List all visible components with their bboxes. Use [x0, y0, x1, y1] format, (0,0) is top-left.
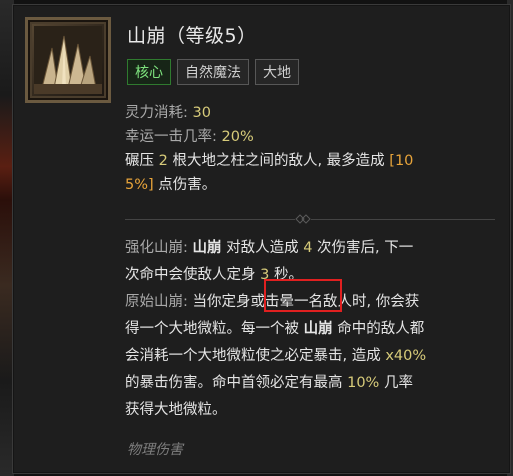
primal-boss-chance: 10% [347, 375, 380, 391]
earth-spikes-icon [25, 17, 111, 103]
game-screen: 山崩（等级5） 核心 自然魔法 大地 灵力消耗: 30 幸运一击几率: 20% … [0, 0, 513, 476]
desc-text: 点伤害。 [153, 177, 217, 193]
diamond-ornament-icon [295, 214, 311, 224]
annotation-highlight-box [264, 279, 342, 312]
stat-lucky-hit: 幸运一击几率: 20% [125, 125, 505, 149]
skill-title: 山崩（等级5） [127, 25, 257, 47]
stat-crit-label: 幸运一击几率: [125, 129, 222, 145]
stat-crit-value: 20% [221, 129, 254, 145]
damage-type: 物理伤害 [127, 442, 183, 458]
tag-core: 核心 [127, 59, 171, 85]
upgrade-descriptions: 强化山崩: 山崩 对敌人造成 4 次伤害后, 下一 次命中会使敌人定身 3 秒。… [125, 235, 510, 424]
desc-text: 次命中会使敌人定身 [125, 267, 261, 283]
enhanced-line-1: 强化山崩: 山崩 对敌人造成 4 次伤害后, 下一 [125, 235, 510, 262]
skill-name-ref: 山崩 [303, 321, 333, 337]
skill-tooltip: 山崩（等级5） 核心 自然魔法 大地 灵力消耗: 30 幸运一击几率: 20% … [12, 4, 511, 474]
stat-cost-label: 灵力消耗: [125, 105, 193, 121]
primal-line-4: 的暴击伤害。命中首领必定有最高 10% 几率 [125, 370, 510, 397]
desc-text: 命中的敌人都 [332, 321, 425, 337]
desc-text: 几率 [379, 375, 413, 391]
stat-spirit-cost: 灵力消耗: 30 [125, 101, 505, 125]
enhanced-label: 强化山崩: [125, 240, 193, 256]
primal-line-5: 获得大地微粒。 [125, 397, 510, 424]
desc-text: 次伤害后, 下一 [312, 240, 414, 256]
skill-tags: 核心 自然魔法 大地 [127, 59, 299, 85]
skill-name-ref: 山崩 [192, 240, 222, 256]
desc-damage-value: 5%] [125, 177, 154, 193]
skill-stats: 灵力消耗: 30 幸运一击几率: 20% 碾压 2 根大地之柱之间的敌人, 最多… [125, 101, 505, 197]
desc-text: 获得大地微粒。 [125, 402, 227, 418]
main-description-line-2: 5%] 点伤害。 [125, 173, 505, 197]
stat-cost-value: 30 [192, 105, 211, 121]
desc-text: 碾压 [125, 153, 159, 169]
tag-nature-magic: 自然魔法 [177, 59, 249, 85]
desc-text: 根大地之柱之间的敌人, 最多造成 [167, 153, 390, 169]
desc-pillar-count: 2 [158, 153, 168, 169]
primal-line-3: 会消耗一个大地微粒使之必定暴击, 造成 x40% [125, 343, 510, 370]
desc-text: 会消耗一个大地微粒使之必定暴击, 造成 [125, 348, 386, 364]
primal-crit-multiplier: x40% [385, 348, 427, 364]
primal-line-2: 得一个大地微粒。每一个被 山崩 命中的敌人都 [125, 316, 510, 343]
tag-earth: 大地 [255, 59, 299, 85]
desc-text: 对敌人造成 [221, 240, 304, 256]
desc-text: 的暴击伤害。命中首领必定有最高 [125, 375, 348, 391]
primal-label: 原始山崩: [125, 294, 193, 310]
desc-text: 得一个大地微粒。每一个被 [125, 321, 304, 337]
desc-damage-value: [10 [389, 153, 414, 169]
main-description-line-1: 碾压 2 根大地之柱之间的敌人, 最多造成 [10 [125, 149, 505, 173]
